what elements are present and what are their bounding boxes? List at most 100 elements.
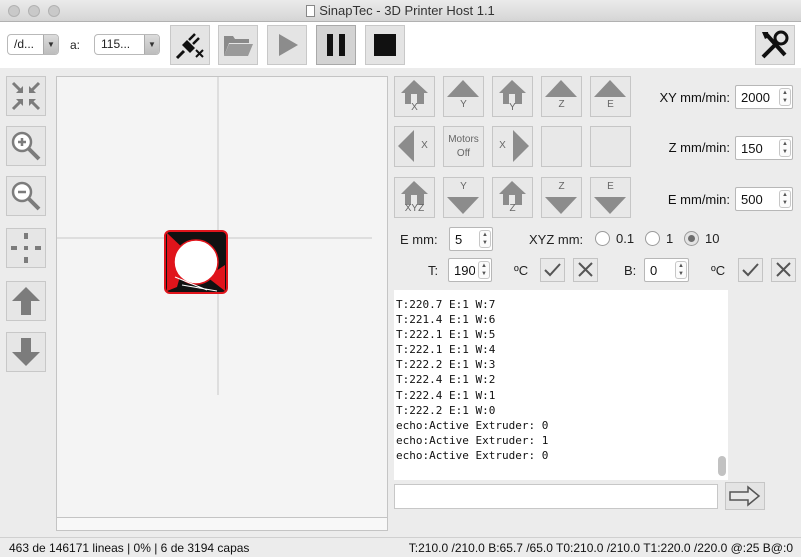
move-y-plus-label: Y — [460, 99, 467, 110]
move-e-minus-label: E — [607, 181, 614, 192]
status-bar: 463 de 146171 lineas | 0% | 6 de 3194 ca… — [0, 537, 801, 557]
bed-temp-input[interactable] — [645, 259, 672, 281]
bed-temp-apply-button[interactable] — [738, 258, 763, 282]
step-10-radio[interactable] — [684, 231, 699, 246]
stepper-arrows-icon[interactable]: ▲ ▼ — [779, 190, 791, 208]
console-line: T:221.4 E:1 W:6 — [396, 313, 496, 327]
e-feedrate-field[interactable]: ▲▼ — [735, 187, 793, 211]
blank-jog-button-2[interactable] — [590, 126, 631, 167]
home-z-button[interactable]: Z — [492, 177, 533, 218]
preview-horizontal-scrollbar[interactable] — [56, 518, 388, 531]
move-z-plus-button[interactable]: Z — [541, 76, 582, 117]
stop-icon — [374, 34, 396, 56]
stepper-arrows-icon[interactable]: ▲ ▼ — [478, 261, 490, 279]
console-line: T:222.4 E:1 W:1 — [396, 388, 496, 402]
step-0.1-label: 0.1 — [616, 231, 635, 246]
arrow-up-icon — [545, 80, 577, 97]
move-z-minus-button[interactable]: Z — [541, 177, 582, 218]
print-preview-canvas[interactable] — [56, 76, 388, 518]
e-feedrate-input[interactable] — [736, 188, 776, 210]
z-feedrate-input[interactable] — [736, 137, 776, 159]
extruder-temp-apply-button[interactable] — [540, 258, 565, 282]
move-y-plus-button[interactable]: Y — [443, 76, 484, 117]
baud-select[interactable]: 115... ▼ — [94, 34, 160, 55]
print-progress-status: 463 de 146171 lineas | 0% | 6 de 3194 ca… — [9, 541, 250, 555]
blank-jog-button-1[interactable] — [541, 126, 582, 167]
console-line: T:222.1 E:1 W:5 — [396, 328, 496, 342]
open-file-button[interactable] — [218, 25, 258, 65]
step-1-radio[interactable] — [645, 231, 660, 246]
send-command-button[interactable] — [725, 482, 765, 510]
console-line: echo:Active Extruder: 1 — [396, 433, 549, 447]
command-input[interactable] — [394, 484, 718, 509]
zoom-out-button[interactable] — [6, 176, 46, 216]
checkmark-icon — [544, 263, 561, 277]
move-x-plus-button[interactable]: X — [492, 126, 533, 167]
settings-tools-icon — [761, 30, 789, 59]
stepper-arrows-icon[interactable]: ▲ ▼ — [479, 230, 491, 248]
xy-feedrate-input[interactable] — [736, 86, 776, 108]
port-select[interactable]: /d... ▼ — [7, 34, 59, 55]
e-feedrate-label: E mm/min: — [667, 192, 730, 207]
move-x-minus-label: X — [421, 140, 428, 151]
disconnect-button[interactable] — [170, 25, 210, 65]
xy-feedrate-field[interactable]: ▲▼ — [735, 85, 793, 109]
home-y-button[interactable]: Y — [492, 76, 533, 117]
console-scrollbar[interactable] — [718, 456, 726, 476]
main-content: X Y Y Z E X Motors Off X XYZ Y Z Z E XY … — [0, 68, 801, 537]
arrow-up-icon — [447, 80, 479, 97]
play-icon — [279, 34, 298, 56]
move-e-plus-button[interactable]: E — [590, 76, 631, 117]
pause-print-button[interactable] — [316, 25, 356, 65]
start-print-button[interactable] — [267, 25, 307, 65]
z-feedrate-field[interactable]: ▲▼ — [735, 136, 793, 160]
zoom-in-button[interactable] — [6, 126, 46, 166]
console-line: T:222.1 E:1 W:4 — [396, 343, 496, 357]
step-0.1-radio[interactable] — [595, 231, 610, 246]
bed-temp-off-button[interactable] — [771, 258, 796, 282]
move-x-plus-label: X — [499, 140, 506, 151]
home-x-label: X — [411, 102, 418, 113]
layer-down-icon — [12, 338, 40, 366]
home-x-button[interactable]: X — [394, 76, 435, 117]
layer-down-button[interactable] — [6, 332, 46, 372]
checkmark-icon — [742, 263, 759, 277]
extruder-temp-off-button[interactable] — [573, 258, 598, 282]
move-e-minus-button[interactable]: E — [590, 177, 631, 218]
extruder-temp-label: T: — [428, 263, 439, 278]
step-1-label: 1 — [666, 231, 674, 246]
stepper-arrows-icon[interactable]: ▲ ▼ — [779, 88, 791, 106]
motors-off-label-2: Off — [456, 148, 471, 159]
motors-off-button[interactable]: Motors Off — [443, 126, 484, 167]
fit-view-button[interactable] — [6, 76, 46, 116]
close-icon — [776, 262, 791, 277]
document-icon — [306, 5, 316, 17]
home-xyz-button[interactable]: XYZ — [394, 177, 435, 218]
center-view-button[interactable] — [6, 228, 46, 268]
extruder-temp-field[interactable]: ▲▼ — [448, 258, 492, 282]
bed-temp-field[interactable]: ▲▼ — [644, 258, 689, 282]
print-layer-shape — [164, 230, 228, 294]
layer-up-button[interactable] — [6, 281, 46, 321]
console-output[interactable]: T:220.7 E:1 W:7 T:221.4 E:1 W:6 T:222.1 … — [394, 290, 728, 480]
stepper-arrows-icon[interactable]: ▲ ▼ — [779, 139, 791, 157]
layer-up-icon — [12, 287, 40, 315]
extruder-temp-unit: ºC — [514, 263, 529, 278]
toolbar: /d... ▼ a: 115... ▼ — [0, 22, 801, 68]
chevron-down-icon: ▼ — [43, 35, 58, 54]
e-step-field[interactable]: ▲▼ — [449, 227, 493, 251]
extruder-temp-input[interactable] — [449, 259, 475, 281]
move-x-minus-button[interactable]: X — [394, 126, 435, 167]
settings-button[interactable] — [755, 25, 795, 65]
stepper-arrows-icon[interactable]: ▲ ▼ — [675, 261, 687, 279]
console-line: T:222.4 E:1 W:2 — [396, 373, 496, 387]
console-line: echo:Active Extruder: 0 — [396, 448, 549, 462]
e-step-input[interactable] — [450, 228, 476, 250]
open-folder-icon — [224, 36, 253, 56]
window-title-text: SinapTec - 3D Printer Host 1.1 — [319, 3, 495, 18]
stop-print-button[interactable] — [365, 25, 405, 65]
fit-view-icon — [11, 81, 41, 111]
arrow-up-icon — [594, 80, 626, 97]
bed-temp-label: B: — [624, 263, 637, 278]
move-y-minus-button[interactable]: Y — [443, 177, 484, 218]
